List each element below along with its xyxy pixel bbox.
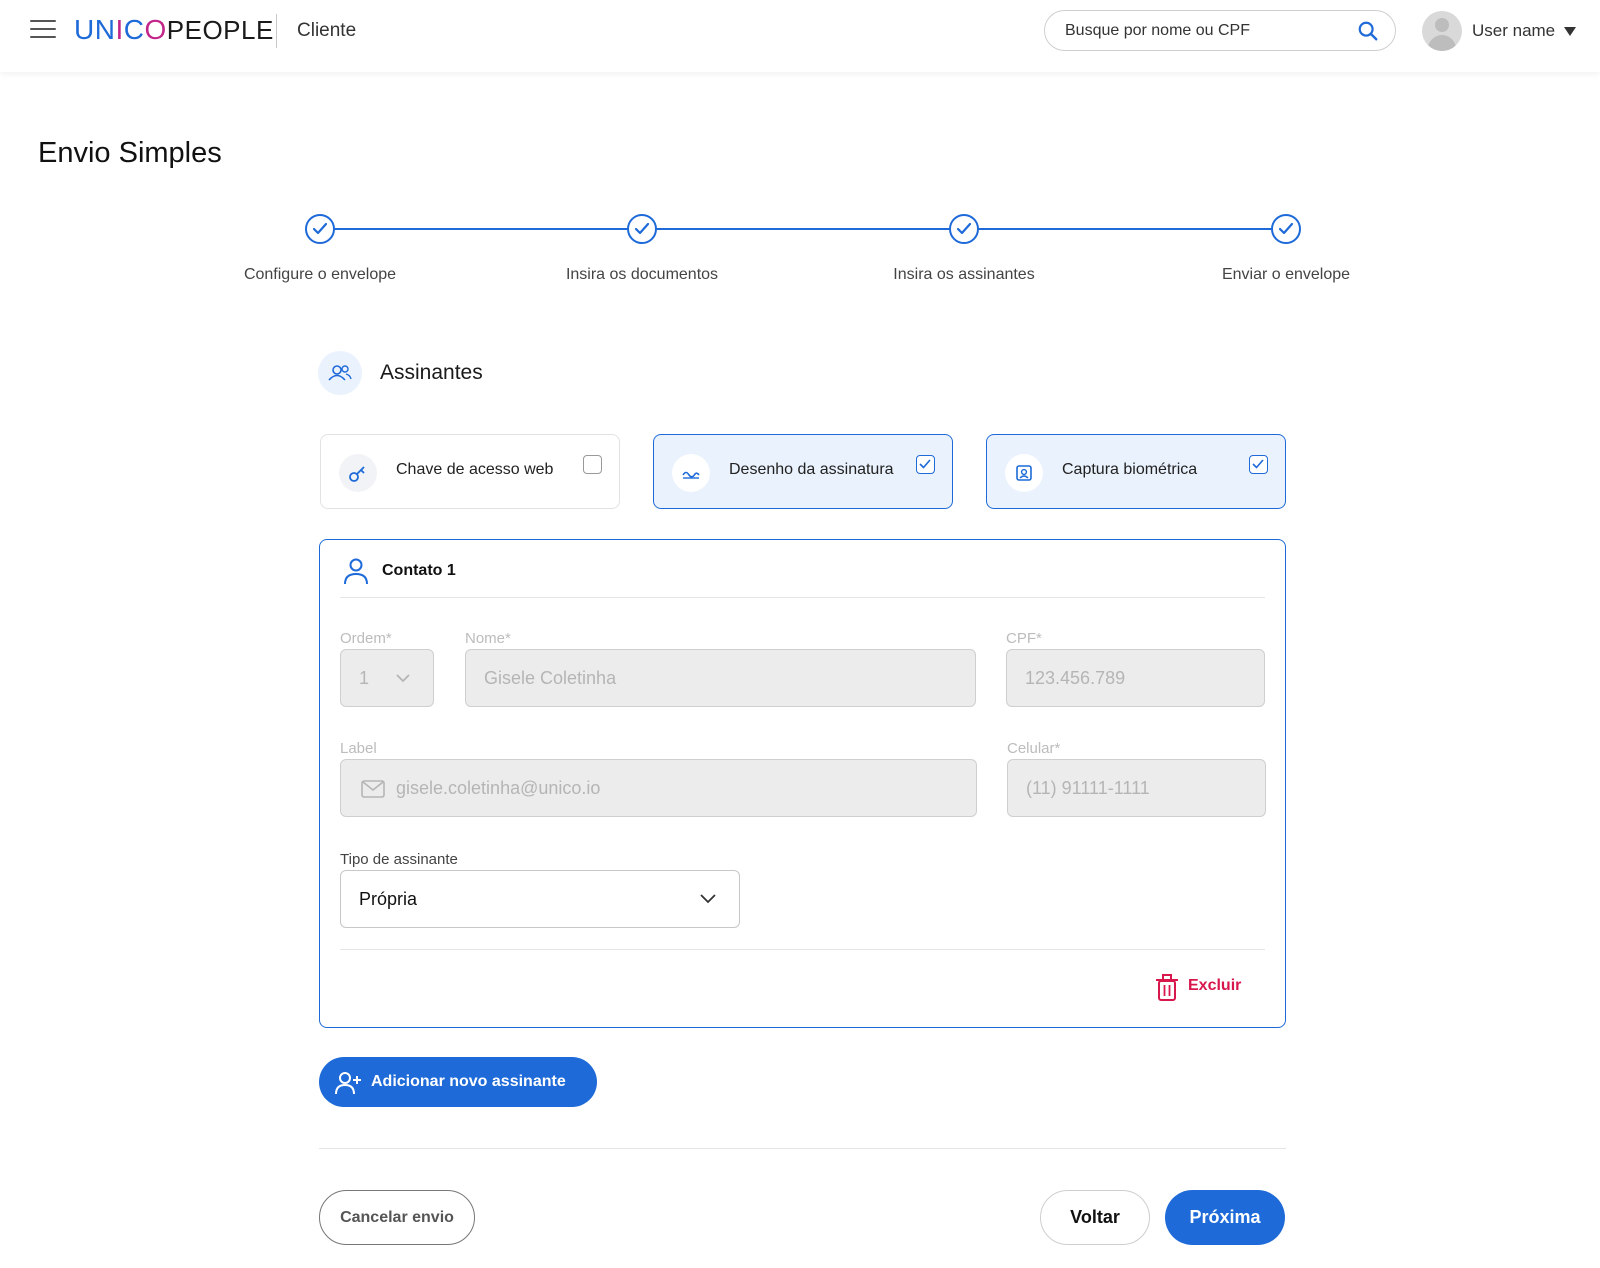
email-label: Label <box>340 740 377 757</box>
chevron-down-icon <box>700 894 716 904</box>
step-label: Insira os assinantes <box>893 266 1035 283</box>
name-field[interactable]: Gisele Coletinha <box>465 649 976 707</box>
step-label: Enviar o envelope <box>1221 266 1351 283</box>
signer-type-label: Tipo de assinante <box>340 851 458 868</box>
email-value: gisele.coletinha@unico.io <box>396 778 601 798</box>
option-checkbox[interactable] <box>583 455 602 474</box>
phone-label: Celular* <box>1007 740 1061 757</box>
user-name[interactable]: User name <box>1472 21 1555 41</box>
signature-icon <box>672 454 710 492</box>
step-1-check-icon <box>305 214 335 244</box>
option-label: Desenho da assinatura <box>729 461 894 478</box>
phone-value: (11) 91111-1111 <box>1026 778 1150 798</box>
search-icon[interactable] <box>1357 20 1379 42</box>
option-checkbox[interactable] <box>916 455 935 474</box>
option-label: Chave de acesso web <box>396 461 554 478</box>
add-user-icon <box>335 1072 361 1095</box>
users-icon <box>318 351 362 395</box>
email-field[interactable]: gisele.coletinha@unico.io <box>340 759 977 817</box>
mail-icon <box>361 780 385 798</box>
card-divider <box>340 597 1265 598</box>
add-signer-label: Adicionar novo assinante <box>371 1073 566 1090</box>
option-checkbox[interactable] <box>1249 455 1268 474</box>
section-title: Assinantes <box>380 361 483 384</box>
step-label: Configure o envelope <box>243 266 397 283</box>
step-3-check-icon <box>949 214 979 244</box>
option-biometric-capture[interactable]: Captura biométrica <box>986 434 1286 509</box>
menu-icon[interactable] <box>30 20 56 42</box>
add-signer-button[interactable]: Adicionar novo assinante <box>319 1057 597 1107</box>
face-scan-icon <box>1005 454 1043 492</box>
contact-title: Contato 1 <box>382 562 456 579</box>
unico-people-logo[interactable]: UNICOPEOPLE <box>74 14 274 46</box>
search-input[interactable]: Busque por nome ou CPF <box>1044 10 1396 51</box>
phone-field[interactable]: (11) 91111-1111 <box>1007 759 1266 817</box>
stepper-progress-line <box>320 228 1286 230</box>
order-label: Ordem* <box>340 630 392 647</box>
cpf-field[interactable]: 123.456.789 <box>1006 649 1265 707</box>
order-value: 1 <box>359 668 370 688</box>
page-title: Envio Simples <box>38 137 222 169</box>
back-button[interactable]: Voltar <box>1040 1190 1150 1245</box>
top-bar: UNICOPEOPLE Cliente Busque por nome ou C… <box>0 0 1600 72</box>
order-select[interactable]: 1 <box>340 649 434 707</box>
name-value: Gisele Coletinha <box>484 668 617 688</box>
option-label: Captura biométrica <box>1062 461 1198 478</box>
chevron-down-icon[interactable] <box>1564 27 1576 36</box>
delete-button[interactable]: Excluir <box>1188 977 1241 995</box>
card-divider <box>340 949 1265 950</box>
search-placeholder: Busque por nome ou CPF <box>1065 22 1250 39</box>
header-divider <box>276 14 277 48</box>
user-icon <box>344 558 368 585</box>
client-label: Cliente <box>297 20 357 41</box>
next-button[interactable]: Próxima <box>1165 1190 1285 1245</box>
chevron-down-icon <box>396 674 410 683</box>
trash-icon[interactable] <box>1155 974 1179 1002</box>
cpf-value: 123.456.789 <box>1025 668 1126 688</box>
footer-divider <box>319 1148 1286 1149</box>
step-label: Insira os documentos <box>565 266 719 283</box>
step-4-check-icon <box>1271 214 1301 244</box>
option-signature-drawing[interactable]: Desenho da assinatura <box>653 434 953 509</box>
option-web-access-key[interactable]: Chave de acesso web <box>320 434 620 509</box>
contact-card: Contato 1 Ordem* 1 Nome* Gisele Coletinh… <box>319 539 1286 1028</box>
key-icon <box>339 454 377 492</box>
avatar[interactable] <box>1422 11 1462 51</box>
step-2-check-icon <box>627 214 657 244</box>
name-label: Nome* <box>465 630 511 647</box>
cpf-label: CPF* <box>1006 630 1042 647</box>
signer-type-value: Própria <box>359 889 418 909</box>
signer-type-select[interactable]: Própria <box>340 870 740 928</box>
cancel-button[interactable]: Cancelar envio <box>319 1190 475 1245</box>
